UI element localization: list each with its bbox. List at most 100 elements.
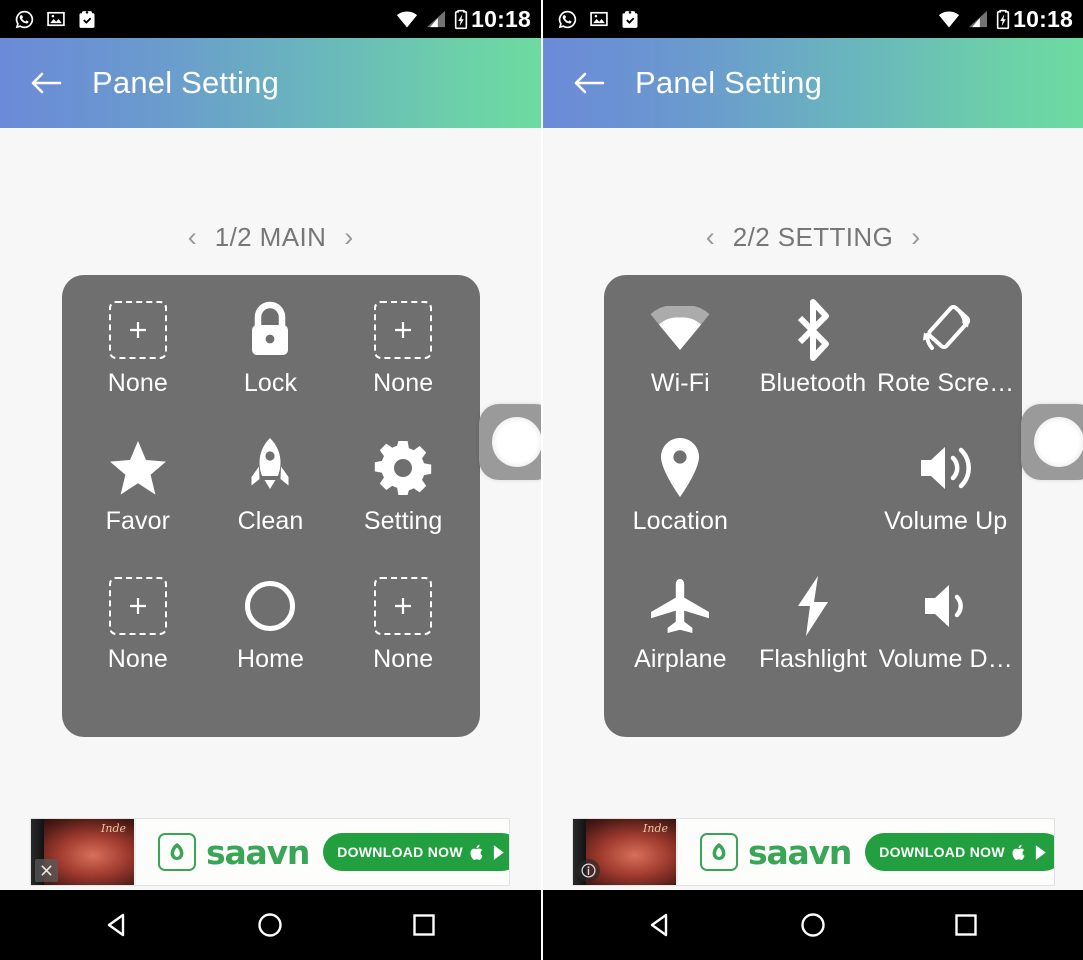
ad-brand-name: saavn [206,832,310,872]
gear-icon [374,435,432,501]
ad-download-button[interactable]: DOWNLOAD NOW [323,833,509,871]
status-notification-icons [14,9,97,30]
home-circle-icon [801,913,825,937]
floating-assistive-ball[interactable] [479,404,541,480]
ad-thumb-script: Inde [643,822,668,835]
app-bar: Panel Setting [0,38,541,128]
photo-icon [47,11,65,27]
page-title: Panel Setting [635,65,823,100]
play-store-icon [1035,844,1046,860]
panel-cell-label: None [373,369,434,397]
add-placeholder-icon [108,297,167,363]
back-button[interactable] [567,61,611,105]
whatsapp-icon [558,10,577,28]
panel-cell-home[interactable]: Home [204,573,337,711]
phone-screen-main: 10:18 Panel Setting ‹ 1/2 MAIN › None Lo… [0,0,541,960]
system-nav-bar [0,890,541,960]
nav-back-button[interactable] [629,894,691,956]
panel-cell-rotate-screen[interactable]: Rote Scre… [879,297,1012,435]
rotate-screen-icon [916,297,976,363]
ad-download-button[interactable]: DOWNLOAD NOW [865,833,1054,871]
bluetooth-icon [792,297,834,363]
status-bar: 10:18 [0,0,541,38]
panel-cell-setting[interactable]: Setting [337,435,470,573]
status-clock: 10:18 [1013,5,1073,32]
panel-cell-wifi[interactable]: Wi-Fi [614,297,747,435]
pager-next-button[interactable]: › [340,222,357,253]
ad-cta-label: DOWNLOAD NOW [879,844,1005,860]
panel-cell-airplane[interactable]: Airplane [614,573,747,711]
arrow-left-icon [31,72,62,94]
star-icon [108,435,168,501]
panel-cell-none-3[interactable]: None [72,573,205,711]
page-title: Panel Setting [92,65,280,100]
back-button[interactable] [24,61,68,105]
clipboard-check-icon [79,10,95,28]
status-system-icons [396,9,468,30]
add-placeholder-icon [374,297,433,363]
volume-down-icon [921,573,971,639]
ad-banner[interactable]: Inde saavn DOWNLOAD NOW [30,818,510,886]
panel-cell-none-1[interactable]: None [72,297,205,435]
cellular-signal-icon [427,10,446,28]
panel-cell-label: Volume D… [879,645,1012,673]
ad-banner[interactable]: Inde saavn DOWNLOAD NOW [572,818,1055,886]
home-circle-icon [242,573,298,639]
add-placeholder-icon [108,573,167,639]
panel-cell-label: Airplane [634,645,727,673]
nav-home-button[interactable] [239,894,301,956]
status-bar: 10:18 [543,0,1083,38]
nav-recents-button[interactable] [935,894,997,956]
panel-cell-label: None [107,369,168,397]
ad-thumbnail: Inde [31,819,134,885]
app-bar: Panel Setting [543,38,1083,128]
status-notification-icons [557,9,640,30]
panel-cell-label: Bluetooth [759,369,867,397]
nav-home-button[interactable] [782,894,844,956]
panel-cell-label: Favor [105,507,171,535]
play-store-icon [493,844,504,860]
pager-prev-button[interactable]: ‹ [184,222,201,253]
pager-prev-button[interactable]: ‹ [702,222,719,253]
pager-next-button[interactable]: › [907,222,924,253]
apple-icon [1012,844,1025,860]
panel-pager: ‹ 1/2 MAIN › [184,222,358,253]
status-clock: 10:18 [471,5,531,32]
panel-cell-location[interactable]: Location [614,435,747,573]
close-icon [41,865,52,876]
panel-cell-flashlight[interactable]: Flashlight [747,573,880,711]
floating-assistive-ball[interactable] [1021,404,1083,480]
home-circle-icon [258,913,283,937]
ad-thumbnail: Inde [573,819,676,885]
panel-cell-volume-down[interactable]: Volume D… [879,573,1012,711]
wifi-icon [649,297,711,363]
saavn-logo-icon [158,833,196,871]
battery-charging-icon [455,9,468,29]
nav-recents-button[interactable] [393,894,455,956]
cellular-signal-icon [969,10,988,28]
screenshot-pair: 10:18 Panel Setting ‹ 1/2 MAIN › None Lo… [0,0,1083,960]
panel-cell-label: Lock [243,369,298,397]
ad-cta-label: DOWNLOAD NOW [337,844,463,860]
volume-up-icon [917,435,975,501]
back-triangle-icon [107,913,125,937]
arrow-left-icon [574,72,605,94]
panel-cell-favor[interactable]: Favor [72,435,205,573]
panel-cell-none-2[interactable]: None [337,297,470,435]
ad-close-button[interactable] [35,859,58,882]
wifi-icon [397,11,418,28]
nav-back-button[interactable] [86,894,148,956]
panel-cell-none-4[interactable]: None [337,573,470,711]
panel-cell-volume-up[interactable]: Volume Up [879,435,1012,573]
rocket-icon [246,435,294,501]
panel-cell-lock[interactable]: Lock [204,297,337,435]
flashlight-icon [792,573,834,639]
panel-cell-label: None [373,645,434,673]
panel-cell-clean[interactable]: Clean [204,435,337,573]
add-placeholder-icon [374,573,433,639]
ad-content: saavn DOWNLOAD NOW [676,819,1054,885]
ad-info-button[interactable] [577,859,600,882]
panel-cell-bluetooth[interactable]: Bluetooth [747,297,880,435]
panel-pager: ‹ 2/2 SETTING › [702,222,924,253]
panel-editor-body: ‹ 2/2 SETTING › Wi-Fi Bluetooth Rote Scr… [543,128,1083,890]
